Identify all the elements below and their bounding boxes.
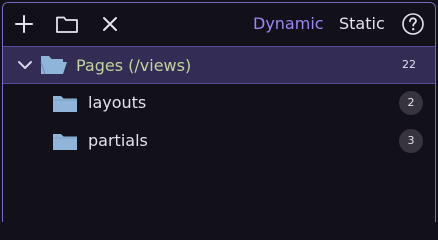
folder-icon bbox=[53, 134, 77, 150]
item-count-badge: 2 bbox=[399, 91, 423, 115]
item-count-badge: 3 bbox=[399, 129, 423, 153]
mode-static-toggle[interactable]: Static bbox=[339, 14, 385, 34]
folder-open-icon bbox=[40, 56, 67, 75]
tree-item-label: layouts bbox=[88, 93, 147, 112]
tree-item-label: partials bbox=[88, 131, 148, 150]
close-icon bbox=[103, 17, 117, 31]
help-button[interactable] bbox=[400, 11, 426, 37]
plus-icon bbox=[15, 15, 33, 33]
tree-root-label: Pages (/views) bbox=[76, 56, 192, 75]
file-tree-panel: Dynamic Static Pages (/views) 22 layouts… bbox=[2, 2, 436, 222]
tree-item-layouts[interactable]: layouts 2 bbox=[3, 84, 435, 122]
help-icon bbox=[402, 13, 424, 35]
close-button[interactable] bbox=[97, 11, 123, 37]
folder-icon bbox=[53, 96, 77, 112]
chevron-down-icon[interactable] bbox=[17, 57, 33, 73]
add-button[interactable] bbox=[11, 11, 37, 37]
tree-root-pages[interactable]: Pages (/views) 22 bbox=[3, 47, 435, 84]
toolbar: Dynamic Static bbox=[3, 3, 435, 47]
mode-dynamic-toggle[interactable]: Dynamic bbox=[253, 14, 324, 34]
new-folder-button[interactable] bbox=[54, 11, 80, 37]
item-count-badge: 22 bbox=[402, 58, 416, 71]
tree-item-partials[interactable]: partials 3 bbox=[3, 122, 435, 160]
folder-icon bbox=[56, 16, 78, 33]
